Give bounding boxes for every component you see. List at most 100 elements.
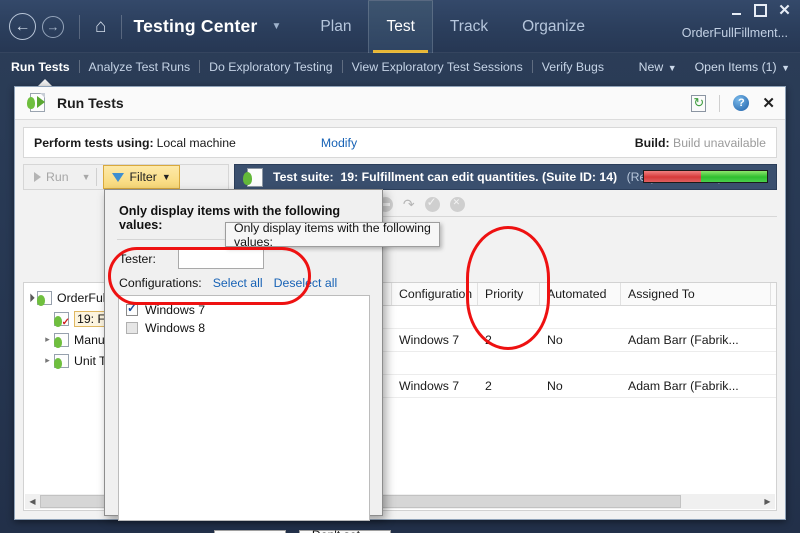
play-icon <box>34 172 41 182</box>
chevron-down-icon: ▼ <box>81 172 91 182</box>
chevron-down-icon: ▼ <box>667 62 677 73</box>
window-controls: ✕ <box>730 3 791 18</box>
divider <box>121 14 123 39</box>
scroll-left-icon[interactable]: ◀ <box>25 494 40 509</box>
cell-assigned-to: Adam Barr (Fabrik... <box>628 333 739 347</box>
tab-test[interactable]: Test <box>368 0 433 53</box>
configurations-list[interactable]: Windows 7 Windows 8 <box>118 295 370 521</box>
tester-label: Tester: <box>119 252 156 266</box>
subnav-item-verify-bugs[interactable]: Verify Bugs <box>533 60 613 74</box>
filter-button[interactable]: Filter ▼ <box>103 165 180 195</box>
column-header-configuration[interactable]: Configuration <box>392 283 478 305</box>
fail-icon[interactable] <box>449 197 465 212</box>
column-header-automated[interactable]: Automated <box>540 283 621 305</box>
modify-link[interactable]: Modify <box>321 136 357 150</box>
run-tests-icon <box>25 92 49 114</box>
cell-configuration: Windows 7 <box>399 379 460 393</box>
progress-passed-segment <box>700 171 767 182</box>
collapse-icon[interactable] <box>41 334 54 345</box>
reset-arrow-icon[interactable]: ↷ <box>403 196 415 213</box>
subnav-item-do-exploratory-testing[interactable]: Do Exploratory Testing <box>200 60 342 74</box>
application-window: ← → ⌂ Testing Center ▼ Plan Test Track O… <box>0 0 800 533</box>
cell-automated <box>540 306 621 328</box>
page-title: Testing Center <box>133 16 258 36</box>
minimize-icon[interactable] <box>730 4 743 17</box>
cell-automated: No <box>547 333 563 347</box>
run-button[interactable]: Run ▼ <box>34 170 90 184</box>
navigation-buttons: ← → ⌂ <box>9 13 131 40</box>
maximize-icon[interactable] <box>754 4 767 17</box>
open-items-label: Open Items (1) <box>694 59 777 74</box>
toolbar-row: Run ▼ Filter ▼ Test suite: 19: Fulfillme… <box>23 164 777 195</box>
list-item[interactable]: Windows 7 <box>126 301 369 319</box>
tree-toolbar: Run ▼ Filter ▼ <box>23 164 229 195</box>
column-header-assigned-to[interactable]: Assigned To <box>621 283 771 305</box>
forward-arrow-icon[interactable]: → <box>42 15 64 38</box>
refresh-icon[interactable] <box>691 94 707 112</box>
new-menu[interactable]: New ▼ <box>639 58 677 76</box>
funnel-icon <box>112 172 125 195</box>
open-items-menu[interactable]: Open Items (1) ▼ <box>695 58 790 76</box>
checkbox-checked-icon[interactable] <box>126 301 138 316</box>
cell-configuration <box>392 352 478 374</box>
collapse-icon[interactable] <box>41 355 54 366</box>
tooltip: Only display items with the following va… <box>225 221 440 249</box>
home-icon[interactable]: ⌂ <box>95 17 106 36</box>
subnav-item-view-exploratory-test-sessions[interactable]: View Exploratory Test Sessions <box>343 60 532 74</box>
suite-node-icon <box>54 332 69 348</box>
configuration-label: Windows 7 <box>145 303 206 317</box>
subnav-item-run-tests[interactable]: Run Tests <box>9 60 79 74</box>
checkbox-unchecked-icon[interactable] <box>126 322 138 334</box>
configurations-row: Configurations: Select all Deselect all <box>119 276 382 290</box>
perform-tests-bar: Perform tests using: Local machine Modif… <box>23 127 777 158</box>
tab-plan[interactable]: Plan <box>303 0 368 53</box>
close-icon[interactable]: ✕ <box>762 96 775 111</box>
build-label: Build: <box>634 135 670 150</box>
divider <box>719 94 721 112</box>
help-icon[interactable]: ? <box>733 95 750 111</box>
title-bar: ← → ⌂ Testing Center ▼ Plan Test Track O… <box>0 0 800 53</box>
suite-node-icon <box>54 353 69 369</box>
test-suite-bar: Test suite: 19: Fulfillment can edit qua… <box>234 164 777 190</box>
cell-configuration <box>392 306 478 328</box>
divider <box>96 168 98 186</box>
expand-icon[interactable] <box>24 293 37 302</box>
subnav-item-analyze-test-runs[interactable]: Analyze Test Runs <box>80 60 200 74</box>
cell-assigned-to <box>621 352 771 374</box>
cell-priority: 2 <box>485 333 492 347</box>
column-header-priority[interactable]: Priority <box>478 283 540 305</box>
project-name[interactable]: OrderFullFillment... <box>682 26 788 40</box>
scroll-right-icon[interactable]: ▶ <box>760 494 775 509</box>
panel-header-actions: ? ✕ <box>691 94 775 112</box>
perform-tests-label: Perform tests using: <box>34 135 154 150</box>
close-icon[interactable]: ✕ <box>778 3 791 18</box>
tab-track[interactable]: Track <box>433 0 505 53</box>
test-progress-bar <box>643 170 768 183</box>
chevron-down-icon[interactable]: ▼ <box>272 21 282 32</box>
sub-nav-items: Run Tests Analyze Test Runs Do Explorato… <box>9 60 613 74</box>
test-suite-prefix: Test suite: <box>273 170 334 184</box>
cell-assigned-to: Adam Barr (Fabrik... <box>628 379 739 393</box>
progress-failed-segment <box>644 171 701 182</box>
suite-node-icon <box>54 311 70 328</box>
suite-node-icon <box>37 290 52 306</box>
cell-priority <box>478 352 540 374</box>
panel-title: Run Tests <box>57 95 124 111</box>
build-status: Build: Build unavailable <box>635 136 766 150</box>
cell-automated <box>540 352 621 374</box>
deselect-all-link[interactable]: Deselect all <box>274 276 338 290</box>
chevron-down-icon: ▼ <box>161 172 171 182</box>
tester-input[interactable] <box>177 249 264 269</box>
select-all-link[interactable]: Select all <box>213 276 263 290</box>
pass-icon[interactable] <box>424 195 440 212</box>
test-suite-name: 19: Fulfillment can edit quantities. (Su… <box>340 170 618 184</box>
back-arrow-icon[interactable]: ← <box>9 13 36 40</box>
sub-nav-right: New ▼ Open Items (1) ▼ <box>639 58 790 76</box>
panel-header: Run Tests ? ✕ <box>15 87 785 120</box>
main-nav: Plan Test Track Organize <box>303 0 602 53</box>
list-item[interactable]: Windows 8 <box>126 319 369 337</box>
cell-automated: No <box>547 379 563 393</box>
cell-assigned-to <box>621 306 771 328</box>
cell-configuration: Windows 7 <box>399 333 460 347</box>
tab-organize[interactable]: Organize <box>505 0 602 53</box>
